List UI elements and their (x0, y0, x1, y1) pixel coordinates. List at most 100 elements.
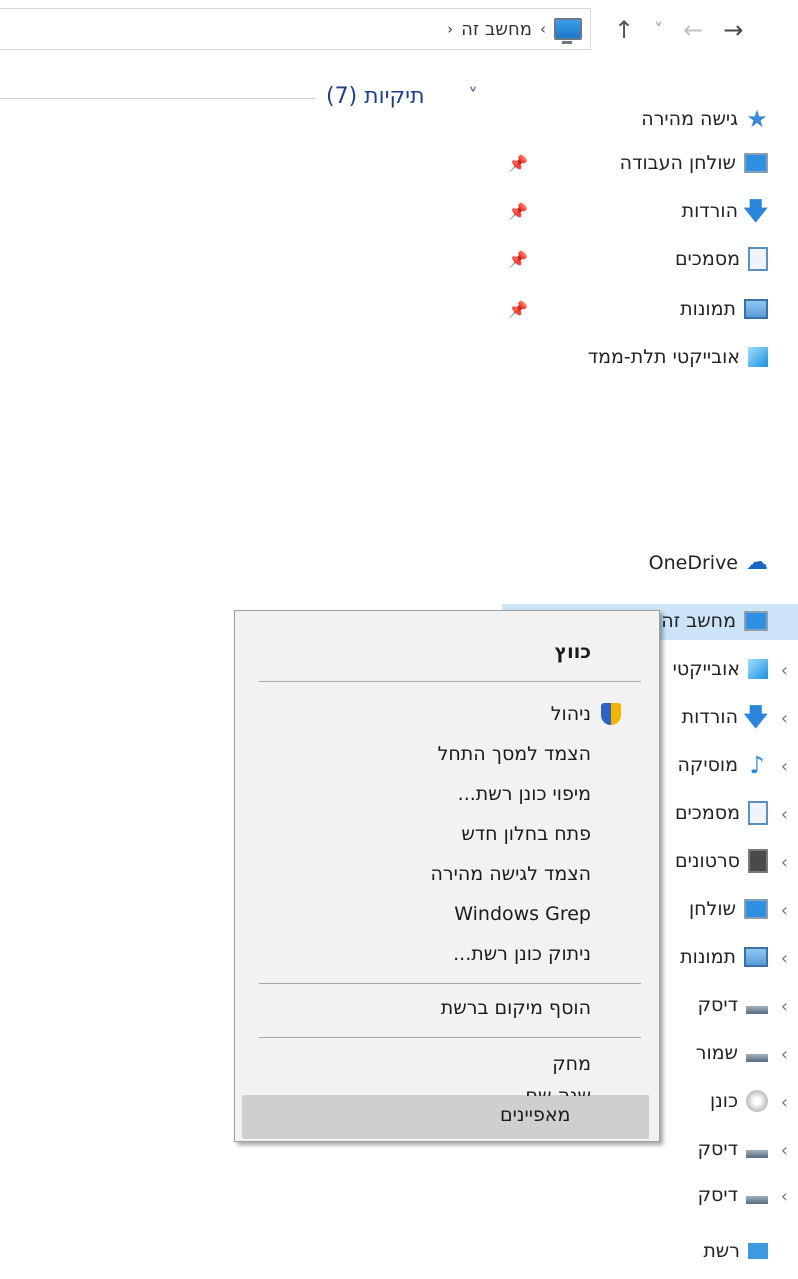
nav-onedrive[interactable]: ☁ OneDrive (649, 548, 768, 578)
computer-icon (554, 18, 582, 44)
context-menu: כווץ ניהול הצמד למסך התחל מיפוי כונן רשת… (234, 610, 660, 1142)
menu-item-pin-quick-access[interactable]: הצמד לגישה מהירה (431, 863, 592, 885)
expand-chevron-icon[interactable]: ‹ (781, 948, 788, 969)
expand-chevron-icon[interactable]: ‹ (781, 660, 788, 681)
nav-pictures[interactable]: תמונות (680, 294, 768, 324)
pin-icon[interactable]: 📌 (508, 250, 528, 269)
cube-icon (748, 347, 768, 367)
document-icon (748, 247, 768, 271)
up-arrow-icon[interactable]: ↑ (614, 16, 634, 44)
menu-separator (259, 681, 641, 682)
nav-3d-objects[interactable]: אובייקטי תלת-ממד (588, 342, 768, 372)
desktop-icon (744, 153, 768, 173)
menu-item-add-network-location[interactable]: הוסף מיקום ברשת (441, 997, 591, 1019)
nav-label: הורדות (681, 706, 738, 728)
music-note-icon: ♪ (749, 751, 765, 779)
menu-item-windows-grep[interactable]: Windows Grep (454, 903, 591, 925)
breadcrumb-separator-icon[interactable]: › (540, 20, 546, 38)
nav-label: כונן (709, 1090, 738, 1112)
expand-chevron-icon[interactable]: ‹ (781, 756, 788, 777)
nav-pc-item[interactable]: דיסק (698, 1180, 768, 1210)
menu-item-delete[interactable]: מחק (552, 1053, 591, 1075)
nav-pc-item[interactable]: כונן (710, 1086, 768, 1116)
menu-item-highlight (242, 1096, 648, 1138)
nav-label: דיסק (697, 1184, 738, 1206)
divider (0, 98, 316, 99)
pin-icon[interactable]: 📌 (508, 300, 528, 319)
nav-label: הורדות (681, 200, 738, 222)
menu-separator (259, 983, 641, 984)
chevron-down-icon[interactable]: ˅ (468, 84, 478, 108)
menu-item-map-network-drive[interactable]: מיפוי כונן רשת... (458, 783, 591, 805)
nav-label: סרטונים (674, 850, 740, 872)
nav-pc-item[interactable]: אובייקטי (673, 654, 768, 684)
download-arrow-icon: 🡇 (743, 703, 768, 731)
drive-icon (746, 1196, 768, 1204)
disc-icon (746, 1090, 768, 1112)
expand-chevron-icon[interactable]: ‹ (781, 804, 788, 825)
pin-icon[interactable]: 📌 (508, 202, 528, 221)
back-arrow-icon[interactable]: ← (683, 16, 703, 44)
nav-label: אובייקטי (672, 658, 740, 680)
nav-desktop[interactable]: שולחן העבודה (620, 148, 768, 178)
nav-label: תמונות (680, 946, 736, 968)
expand-chevron-icon[interactable]: ‹ (781, 1044, 788, 1065)
menu-separator (259, 1037, 641, 1038)
nav-pc-item[interactable]: תמונות (680, 942, 768, 972)
navigation-buttons: ↑ ˅ ← → (614, 10, 743, 50)
nav-label: דיסק (697, 1138, 738, 1160)
nav-label: דיסק (697, 994, 738, 1016)
folders-group-header[interactable]: תיקיות (7) (326, 84, 425, 109)
nav-pc-item[interactable]: שולחן (689, 894, 768, 924)
breadcrumb-overflow-icon[interactable]: ‹ (447, 20, 453, 38)
nav-label: שמור (695, 1042, 738, 1064)
pin-icon[interactable]: 📌 (508, 154, 528, 173)
nav-documents[interactable]: מסמכים (675, 244, 768, 274)
expand-chevron-icon[interactable]: ‹ (781, 1140, 788, 1161)
menu-item-disconnect-network-drive[interactable]: ניתוק כונן רשת... (453, 943, 591, 965)
nav-label: OneDrive (648, 552, 738, 574)
nav-label: מחשב זה (661, 610, 736, 632)
computer-icon (744, 611, 768, 631)
expand-chevron-icon[interactable]: ‹ (781, 1186, 788, 1207)
expand-chevron-icon[interactable]: ‹ (781, 996, 788, 1017)
expand-chevron-icon[interactable]: ‹ (781, 1092, 788, 1113)
nav-pc-item[interactable]: שמור (696, 1038, 768, 1068)
cloud-icon: ☁ (746, 550, 768, 575)
menu-item-collapse[interactable]: כווץ (555, 641, 591, 663)
star-icon: ★ (746, 105, 768, 133)
desktop-icon (744, 899, 768, 919)
nav-label: תמונות (680, 298, 736, 320)
nav-pc-item[interactable]: דיסק (698, 990, 768, 1020)
nav-label: מסמכים (674, 802, 740, 824)
address-bar[interactable]: › מחשב זה ‹ (0, 8, 591, 50)
nav-pc-item[interactable]: 🡇 הורדות (682, 702, 768, 732)
drive-icon (746, 1150, 768, 1158)
menu-item-pin-to-start[interactable]: הצמד למסך התחל (438, 743, 591, 765)
nav-label: מסמכים (674, 248, 740, 270)
nav-label: שולחן העבודה (619, 152, 736, 174)
nav-pc-item[interactable]: מסמכים (675, 798, 768, 828)
nav-pc-item[interactable]: סרטונים (675, 846, 768, 876)
nav-downloads[interactable]: 🡇 הורדות (682, 196, 768, 226)
video-icon (748, 849, 768, 873)
nav-pc-item[interactable]: דיסק (698, 1134, 768, 1164)
nav-quick-access[interactable]: ★ גישה מהירה (641, 104, 768, 134)
menu-item-manage[interactable]: ניהול (551, 703, 591, 725)
breadcrumb-this-pc[interactable]: מחשב זה (461, 19, 532, 40)
menu-item-open-new-window[interactable]: פתח בחלון חדש (461, 823, 591, 845)
nav-this-pc[interactable]: מחשב זה (661, 606, 768, 636)
expand-chevron-icon[interactable]: ‹ (781, 708, 788, 729)
expand-chevron-icon[interactable]: ‹ (781, 852, 788, 873)
nav-label: אובייקטי תלת-ממד (587, 346, 740, 368)
menu-item-properties[interactable]: מאפיינים (500, 1104, 570, 1126)
nav-pc-item[interactable]: ♪ מוסיקה (677, 750, 768, 780)
forward-arrow-icon[interactable]: → (723, 16, 743, 44)
shield-icon (601, 703, 621, 725)
drive-icon (746, 1054, 768, 1062)
expand-chevron-icon[interactable]: ‹ (781, 900, 788, 921)
recent-locations-icon[interactable]: ˅ (654, 20, 663, 41)
nav-network[interactable]: רשת (703, 1236, 768, 1266)
drive-icon (746, 1006, 768, 1014)
pictures-icon (744, 947, 768, 967)
